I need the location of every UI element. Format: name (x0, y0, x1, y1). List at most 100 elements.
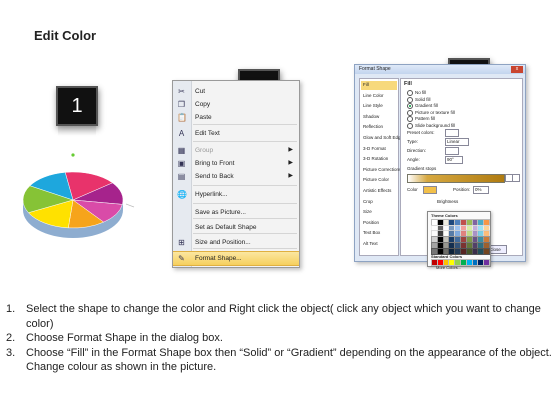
radio-button[interactable] (407, 109, 413, 116)
submenu-arrow-icon: ▶ (288, 160, 293, 166)
nav-item-position[interactable]: Position (361, 219, 397, 228)
menu-item-edit-text[interactable]: A Edit Text (173, 127, 299, 140)
rotation-handle[interactable] (71, 153, 75, 157)
menu-item-cut[interactable]: ✂ Cut (173, 85, 299, 98)
send-back-icon: ▤ (177, 172, 186, 181)
submenu-arrow-icon: ▶ (288, 173, 293, 179)
bring-front-icon: ▣ (177, 159, 186, 168)
menu-separator (193, 124, 297, 125)
instruction-item: 2. Choose Format Shape in the dialog box. (6, 331, 556, 346)
nav-item-line-style[interactable]: Line Style (361, 102, 397, 111)
fill-option-no-fill[interactable]: No fill (407, 90, 426, 96)
position-label: Position: (453, 187, 471, 192)
copy-icon: ❐ (177, 100, 186, 109)
menu-item-label: Hyperlink... (195, 191, 228, 198)
dialog-close-icon[interactable]: x (511, 66, 523, 73)
menu-item-icon-blank (177, 208, 186, 217)
menu-item-send-to-back[interactable]: ▤ Send to Back ▶ (173, 170, 299, 183)
menu-item-label: Group (195, 147, 214, 154)
type-dropdown[interactable]: Linear (445, 138, 469, 146)
gradient-stops-bar[interactable] (407, 174, 505, 183)
instructions-list: 1. Select the shape to change the color a… (6, 302, 556, 375)
fill-option-gradient-fill[interactable]: Gradient fill (407, 103, 438, 110)
nav-item-alt-text[interactable]: Alt Text (361, 240, 397, 249)
radio-label: No fill (415, 90, 427, 96)
radio-label: Solid fill (415, 96, 431, 102)
menu-separator (193, 218, 297, 219)
nav-item-crop[interactable]: Crop (361, 198, 397, 207)
paste-icon: 📋 (177, 113, 187, 122)
instruction-number: 3. (6, 346, 16, 359)
menu-item-label: Paste (195, 114, 212, 121)
radio-button[interactable] (407, 103, 413, 110)
direction-dropdown[interactable] (445, 147, 459, 155)
menu-item-label: Copy (195, 101, 211, 108)
radio-label: Gradient fill (415, 103, 438, 109)
nav-item-reflection[interactable]: Reflection (361, 123, 397, 132)
instruction-text: Select the shape to change the color and… (26, 303, 541, 330)
angle-input[interactable]: 90° (445, 156, 463, 164)
menu-separator (193, 203, 297, 204)
hyperlink-icon: 🌐 (177, 190, 187, 199)
menu-item-copy[interactable]: ❐ Copy (173, 98, 299, 111)
radio-button[interactable] (407, 123, 413, 129)
gradient-stops-label: Gradient stops (407, 166, 437, 171)
submenu-arrow-icon: ▶ (288, 147, 293, 153)
menu-item-hyperlink[interactable]: 🌐 Hyperlink... (173, 188, 299, 201)
menu-item-group[interactable]: ▦ Group ▶ (173, 144, 299, 157)
dialog-title: Format Shape (359, 66, 391, 72)
radio-label: Pattern fill (415, 116, 436, 122)
fill-option-solid-fill[interactable]: Solid fill (407, 96, 431, 103)
nav-item-size[interactable]: Size (361, 208, 397, 217)
nav-item-picture-corrections[interactable]: Picture Corrections (361, 166, 401, 175)
nav-item-3-d-rotation[interactable]: 3-D Rotation (361, 155, 397, 164)
nav-item-line-color[interactable]: Line Color (361, 92, 397, 101)
fill-option-pattern-fill[interactable]: Pattern fill (407, 116, 436, 123)
menu-item-icon-blank (177, 223, 186, 232)
nav-item-text-box[interactable]: Text Box (361, 229, 397, 238)
instruction-number: 2. (6, 332, 16, 344)
menu-item-label: Cut (195, 88, 206, 95)
menu-separator (193, 141, 297, 142)
nav-item-fill[interactable]: Fill (361, 81, 397, 90)
more-colors-link[interactable]: More Colors... (436, 265, 461, 270)
callout-line (125, 203, 135, 208)
position-input[interactable]: 0% (473, 186, 489, 194)
pie-chart-shape[interactable] (18, 152, 138, 252)
menu-separator (193, 185, 297, 186)
nav-item-glow-and-soft-edges[interactable]: Glow and Soft Edges (361, 134, 405, 143)
instruction-number: 1. (6, 303, 16, 315)
nav-item-picture-color[interactable]: Picture Color (361, 176, 397, 185)
menu-item-format-shape[interactable]: ✎ Format Shape... (173, 251, 299, 266)
menu-item-bring-to-front[interactable]: ▣ Bring to Front ▶ (173, 157, 299, 170)
color-palette-popup: Theme Colors Standard Colors More Colors… (427, 211, 491, 270)
angle-value: 90° (447, 157, 454, 162)
remove-stop-icon[interactable] (512, 174, 520, 182)
nav-item-3-d-format[interactable]: 3-D Format (361, 145, 397, 154)
preset-colors-dropdown[interactable] (445, 129, 459, 137)
radio-button[interactable] (407, 90, 413, 96)
menu-item-label: Format Shape... (195, 255, 242, 262)
dialog-titlebar: Format Shape x (355, 65, 525, 74)
color-picker-button[interactable] (423, 186, 437, 194)
radio-button[interactable] (407, 116, 413, 123)
radio-button[interactable] (407, 96, 413, 103)
radio-label: Slide background fill (415, 123, 456, 129)
instruction-item: 3. Choose “Fill” in the Format Shape box … (6, 346, 556, 375)
edit-text-icon: A (178, 129, 185, 138)
nav-item-shadow[interactable]: Shadow (361, 113, 397, 122)
preset-colors-label: Preset colors: (407, 130, 435, 135)
nav-item-artistic-effects[interactable]: Artistic Effects (361, 187, 397, 196)
theme-color-swatch[interactable] (483, 247, 491, 255)
fill-option-picture-or-texture-fill[interactable]: Picture or texture fill (407, 109, 455, 116)
standard-color-swatch[interactable] (483, 259, 491, 266)
brightness-label: Brightness (437, 199, 459, 204)
theme-colors-label: Theme Colors (431, 213, 458, 218)
menu-item-label: Edit Text (195, 130, 220, 137)
step-1-badge: 1 (56, 86, 98, 126)
position-value: 0% (475, 187, 482, 192)
menu-item-paste[interactable]: 📋 Paste (173, 111, 299, 124)
menu-separator (193, 248, 297, 249)
menu-item-label: Bring to Front (195, 160, 235, 167)
context-menu: ✂ Cut ❐ Copy 📋 Paste A Edit Text ▦ Group ▶ ▣ Bring t… (172, 80, 300, 268)
